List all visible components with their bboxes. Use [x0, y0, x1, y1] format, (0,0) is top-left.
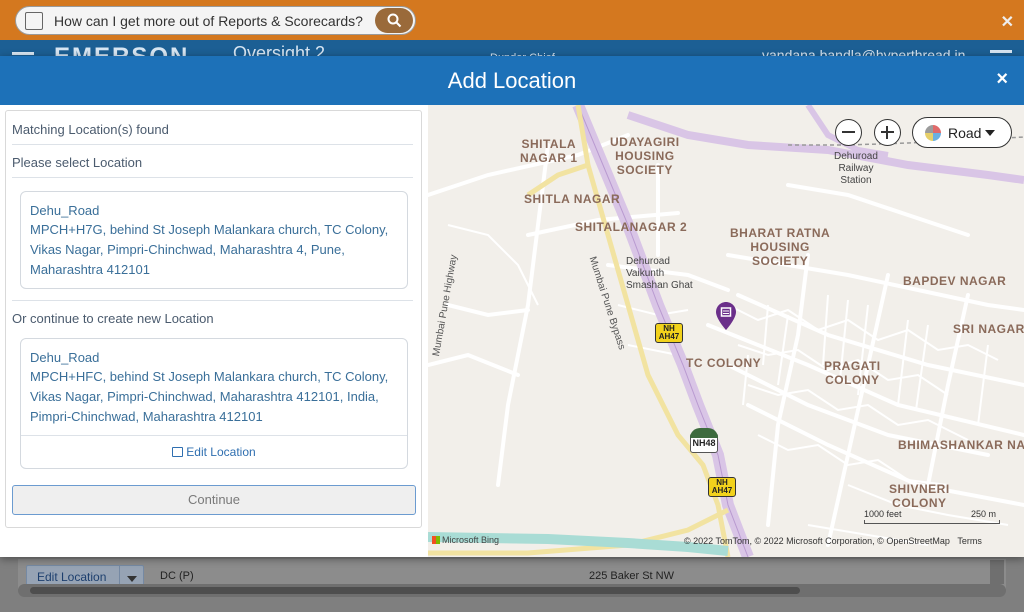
map-style-icon — [925, 125, 941, 141]
zoom-in-button[interactable] — [874, 119, 901, 146]
map-style-dropdown[interactable]: Road — [912, 117, 1012, 148]
vertical-scrollbar[interactable] — [990, 560, 1004, 584]
hamburger-icon[interactable] — [12, 52, 34, 55]
highway-shield-ah47: NH AH47 — [708, 477, 736, 497]
map-label: BAPDEV NAGAR — [903, 274, 1007, 288]
modal-header: Add Location × — [0, 56, 1024, 105]
map-label: Dehuroad Vaikunth Smashan Ghat — [626, 256, 693, 291]
table-cell-address: 225 Baker St NW — [589, 570, 674, 582]
horizontal-scrollbar[interactable] — [18, 584, 1006, 597]
table-cell-type: DC (P) — [160, 570, 194, 582]
map-attribution: © 2022 TomTom, © 2022 Microsoft Corporat… — [684, 536, 982, 546]
help-question[interactable]: How can I get more out of Reports & Scor… — [54, 13, 363, 29]
location-address: MPCH+H7G, behind St Joseph Malankara chu… — [30, 222, 389, 277]
edit-location-label: Edit Location — [186, 445, 256, 459]
microsoft-icon — [432, 536, 440, 544]
location-name: Dehu_Road — [30, 350, 100, 365]
map-style-label: Road — [948, 125, 982, 141]
divider — [12, 177, 413, 178]
highway-shield-ah47: NH AH47 — [655, 323, 683, 343]
modal-title: Add Location — [447, 68, 577, 93]
zoom-out-button[interactable] — [835, 119, 862, 146]
divider — [12, 300, 413, 301]
edit-location-label: Edit Location — [37, 570, 107, 584]
edit-icon — [25, 12, 43, 30]
scale-feet: 1000 feet — [864, 509, 902, 519]
continue-button[interactable]: Continue — [12, 485, 416, 515]
map-label: SRI NAGAR — [953, 322, 1024, 336]
help-search-pill[interactable]: How can I get more out of Reports & Scor… — [15, 6, 416, 35]
map-label: SHITALANAGAR 2 — [575, 220, 688, 234]
highway-shield-nh48: NH48 — [690, 428, 718, 453]
terms-link[interactable]: Terms — [957, 536, 982, 546]
location-pin-icon[interactable] — [716, 302, 736, 332]
new-location-card[interactable]: Dehu_Road MPCH+HFC, behind St Joseph Mal… — [20, 338, 408, 469]
map-label: TC COLONY — [686, 356, 762, 370]
search-icon — [387, 13, 402, 28]
map-label: PRAGATI COLONY — [824, 359, 881, 387]
edit-location-link[interactable]: Edit Location — [21, 445, 407, 459]
map-label: SHITALA NAGAR 1 — [520, 137, 578, 165]
location-address: MPCH+HFC, behind St Joseph Malankara chu… — [30, 369, 389, 424]
map-label: Dehuroad Railway Station — [834, 151, 878, 186]
divider — [21, 435, 407, 436]
select-location-label: Please select Location — [12, 155, 143, 170]
scale-meters: 250 m — [971, 509, 997, 519]
map-label: UDAYAGIRI HOUSING SOCIETY — [610, 135, 680, 177]
location-map[interactable]: SHITALA NAGAR 1 UDAYAGIRI HOUSING SOCIET… — [428, 105, 1024, 557]
close-icon[interactable]: × — [996, 68, 1008, 91]
matching-found-label: Matching Location(s) found — [12, 122, 169, 137]
bing-logo[interactable]: Microsoft Bing — [432, 535, 499, 545]
matched-location-card[interactable]: Dehu_Road MPCH+H7G, behind St Joseph Mal… — [20, 191, 408, 289]
scale-bar — [864, 520, 1000, 524]
map-label: BHIMASHANKAR NA — [898, 438, 1024, 452]
scrollbar-thumb[interactable] — [30, 587, 800, 594]
map-label: BHARAT RATNA HOUSING SOCIETY — [730, 226, 831, 268]
edit-icon — [172, 447, 184, 457]
banner-close-icon[interactable]: ✕ — [1001, 12, 1014, 32]
location-name: Dehu_Road — [30, 203, 100, 218]
location-panel: Matching Location(s) found Please select… — [5, 110, 422, 528]
chevron-down-icon — [985, 130, 995, 136]
create-new-label: Or continue to create new Location — [12, 311, 214, 326]
add-location-modal: Add Location × Matching Location(s) foun… — [0, 56, 1024, 557]
map-label: SHIVNERI COLONY — [889, 482, 950, 510]
divider — [12, 144, 413, 145]
help-banner: How can I get more out of Reports & Scor… — [0, 0, 1024, 40]
map-label: SHITLA NAGAR — [524, 192, 621, 206]
search-button[interactable] — [375, 8, 413, 33]
minus-icon — [842, 131, 855, 133]
